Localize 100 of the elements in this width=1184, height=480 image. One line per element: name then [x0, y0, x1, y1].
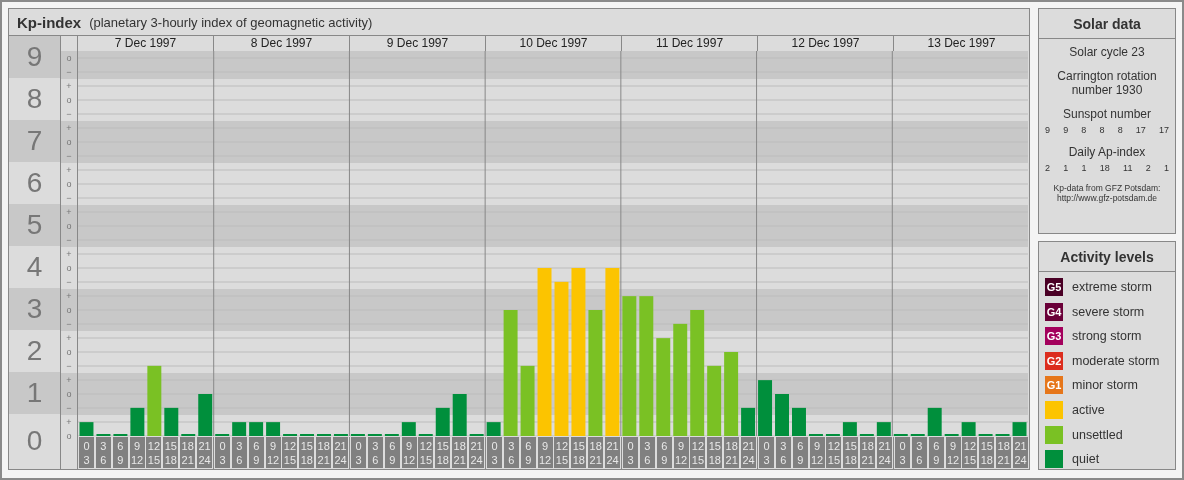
- time-slot-label: 18 21: [180, 437, 196, 468]
- time-slot-label: 12 15: [282, 437, 298, 468]
- time-slot-label: 12 15: [146, 437, 162, 468]
- time-slot-label: 6 9: [520, 437, 536, 468]
- time-slot-label: 6 9: [928, 437, 944, 468]
- time-slot-label: 6 9: [792, 437, 808, 468]
- sub-level-mark: −: [61, 317, 77, 331]
- panel-subtitle: (planetary 3-hourly index of geomagnetic activity): [89, 14, 373, 30]
- time-slot-label: 3 6: [911, 437, 927, 468]
- sub-level-mark: o: [61, 387, 77, 401]
- legend-label: severe storm: [1072, 304, 1145, 319]
- kp-bar: [232, 422, 247, 436]
- kp-bar: [486, 422, 501, 436]
- time-slot-label: 9 12: [673, 437, 689, 468]
- sunspot-value: 17: [1158, 125, 1169, 135]
- time-slot-label: 12 15: [690, 437, 706, 468]
- sub-level-mark: o: [61, 303, 77, 317]
- kp-bar: [130, 407, 145, 436]
- legend-swatch: G2: [1045, 351, 1063, 370]
- time-slot-label: 12 15: [962, 437, 978, 468]
- sub-level-mark: −: [61, 149, 77, 163]
- time-slot-label: 0 3: [486, 437, 502, 468]
- kp-bar: [707, 365, 722, 436]
- time-slot-label: 15 18: [979, 437, 995, 468]
- time-slot-label: 9 12: [401, 437, 417, 468]
- kp-bar: [79, 422, 94, 436]
- time-slot-label: 21 24: [469, 437, 485, 468]
- kp-bar: [401, 422, 416, 436]
- kp-bar: [147, 365, 162, 436]
- time-slot-label: 15 18: [571, 437, 587, 468]
- kp-bar: [452, 394, 467, 436]
- sunspot-value: 9: [1045, 125, 1050, 135]
- kp-level-label: 9: [9, 36, 60, 78]
- kp-bar: [842, 422, 857, 436]
- time-slot-label: 15 18: [843, 437, 859, 468]
- time-slot-label: 12 15: [554, 437, 570, 468]
- sunspot-label: Sunspot number: [1062, 107, 1152, 121]
- time-slot-label: 15 18: [299, 437, 315, 468]
- time-slot-label: 6 9: [384, 437, 400, 468]
- legend-label: strong storm: [1072, 329, 1142, 344]
- time-slot-label: 0 3: [758, 437, 774, 468]
- sunspot-value: 8: [1117, 125, 1123, 135]
- time-slot-label: 15 18: [163, 437, 179, 468]
- panel-title: Kp-index: [17, 13, 82, 31]
- time-slot-label: 9 12: [129, 437, 145, 468]
- sunspot-value: 8: [1081, 125, 1087, 135]
- time-slot-label: 12 15: [826, 437, 842, 468]
- time-slot-label: 6 9: [248, 437, 264, 468]
- sub-level-mark: +: [61, 289, 77, 303]
- kp-bar: [792, 407, 806, 436]
- time-slot-label: 21 24: [741, 437, 757, 468]
- ap-index-value: 1: [1063, 163, 1069, 173]
- kp-level-label: 7: [9, 120, 60, 162]
- time-slot-label: 0 3: [78, 437, 94, 468]
- panel-heading: Solar data: [1039, 9, 1175, 39]
- ap-index-value: 18: [1099, 163, 1110, 173]
- panel-heading: Activity levels: [1039, 242, 1175, 272]
- sub-level-mark: −: [61, 233, 77, 247]
- kp-level-label: 5: [9, 204, 60, 246]
- ap-index-label: Daily Ap-index: [1068, 145, 1146, 159]
- sub-level-mark: +: [61, 121, 77, 135]
- time-slot-label: 15 18: [435, 437, 451, 468]
- time-slot-label: 0 3: [350, 437, 366, 468]
- ap-index-value: 1: [1081, 163, 1087, 173]
- time-slot-label: 3 6: [231, 437, 247, 468]
- kp-bar: [164, 407, 179, 436]
- sunspot-value: 17: [1135, 125, 1146, 135]
- legend-swatch: G3: [1045, 327, 1063, 346]
- time-slot-label: 3 6: [775, 437, 791, 468]
- time-slot-label: 0 3: [214, 437, 230, 468]
- legend-label: extreme storm: [1072, 280, 1152, 294]
- time-slot-label: 9 12: [945, 437, 961, 468]
- sub-level-mark: o: [61, 51, 77, 65]
- kp-bar: [961, 422, 976, 436]
- time-slot-label: 3 6: [95, 437, 111, 468]
- time-slot-label: 18 21: [316, 437, 332, 468]
- time-slot-label: 9 12: [265, 437, 281, 468]
- time-slot-label: 0 3: [894, 437, 910, 468]
- time-slot-label: 15 18: [707, 437, 723, 468]
- sunspot-value: 9: [1063, 125, 1069, 135]
- time-slot-label: 3 6: [367, 437, 383, 468]
- sub-level-mark: −: [61, 401, 77, 415]
- time-slot-label: 9 12: [809, 437, 825, 468]
- sub-level-mark: +: [61, 373, 77, 387]
- kp-bar: [249, 422, 264, 436]
- carrington-rotation-text: Carrington rotation number 1930: [1056, 69, 1158, 97]
- kp-bar: [198, 394, 213, 436]
- kp-bar: [1012, 422, 1027, 436]
- day-heading: 7 Dec 1997: [113, 36, 178, 51]
- sub-level-mark: −: [61, 65, 77, 79]
- sub-level-mark: o: [61, 219, 77, 233]
- kp-bar: [876, 422, 891, 436]
- ap-index-value: 11: [1123, 163, 1133, 173]
- kp-level-label: 3: [9, 288, 60, 330]
- legend-label: moderate storm: [1072, 353, 1160, 368]
- time-slot-label: 6 9: [656, 437, 672, 468]
- legend-label: unsettled: [1072, 427, 1123, 442]
- time-slot-label: 18 21: [996, 437, 1012, 468]
- time-slot-label: 6 9: [112, 437, 128, 468]
- time-slot-label: 21 24: [605, 437, 621, 468]
